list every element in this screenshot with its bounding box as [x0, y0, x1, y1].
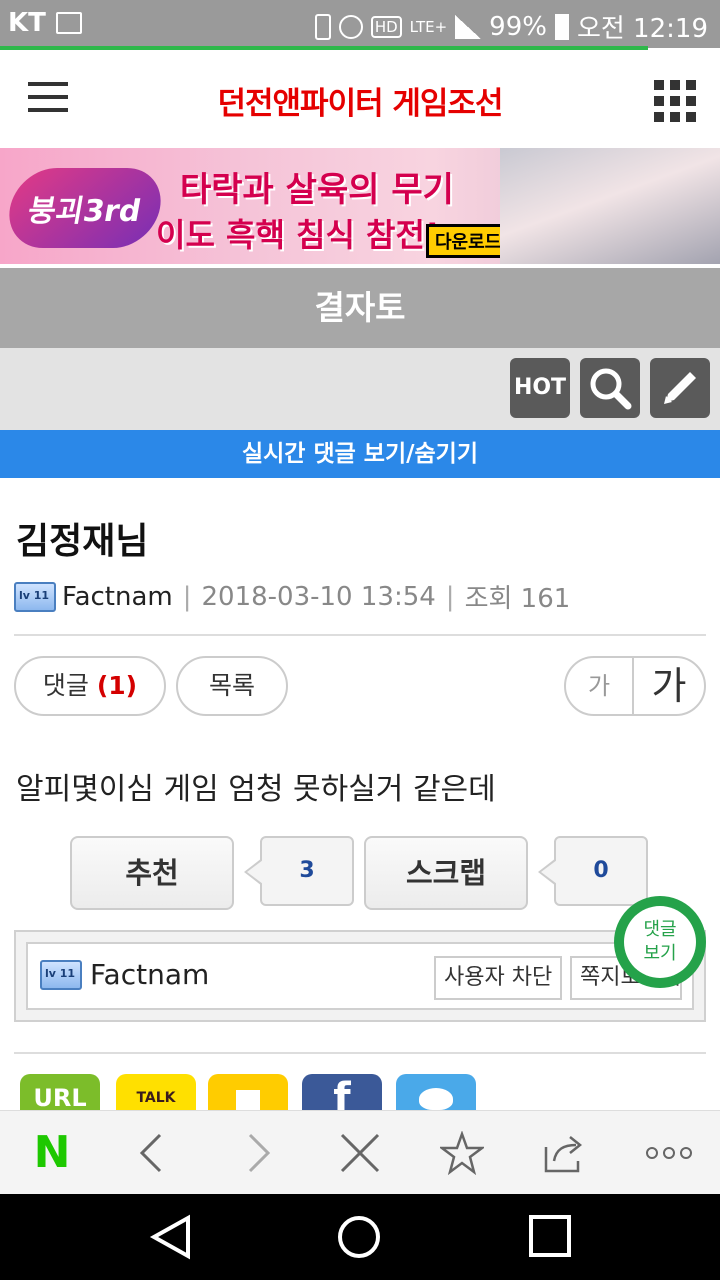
level-badge-icon: lv 11 — [40, 959, 82, 990]
hot-button[interactable]: HOT — [510, 358, 570, 418]
battery-icon — [554, 13, 569, 40]
level-badge-icon: lv 11 — [14, 581, 56, 612]
kakaostory-share-button[interactable] — [208, 1074, 288, 1110]
recommend-button[interactable]: 추천 — [70, 836, 234, 910]
divider — [14, 634, 706, 636]
more-options-icon[interactable] — [644, 1131, 694, 1175]
recommend-count: 3 — [244, 836, 354, 906]
search-button[interactable] — [580, 358, 640, 418]
font-size-toggle: 가 가 — [564, 656, 706, 716]
twitter-icon — [419, 1088, 453, 1110]
back-icon[interactable] — [130, 1131, 174, 1175]
nav-recents-icon[interactable] — [528, 1214, 572, 1258]
post-meta: lv 11 Factnam | 2018-03-10 13:54 | 조회 16… — [14, 578, 570, 615]
battery-level: 99% — [489, 11, 547, 42]
game-logo: 붕괴3rd — [2, 168, 168, 248]
font-larger-button[interactable]: 가 — [634, 658, 704, 714]
vibrate-icon — [314, 13, 331, 40]
status-bar: KT HD LTE+ 99% 오전 12:19 — [0, 0, 720, 48]
block-user-button[interactable]: 사용자 차단 — [434, 956, 563, 1000]
site-title[interactable]: 던전앤파이터 게임조선 — [0, 78, 720, 123]
pencil-icon — [664, 372, 696, 404]
author-box: lv 11 Factnam 사용자 차단 쪽지보내기 — [14, 930, 706, 1022]
author-name[interactable]: Factnam — [90, 958, 209, 991]
scrap-count: 0 — [538, 836, 648, 906]
image-notification-icon — [55, 12, 82, 34]
kakaostory-icon — [236, 1090, 260, 1110]
banner-character-image — [500, 148, 720, 264]
network-label: LTE+ — [409, 17, 448, 36]
comments-count: (1) — [96, 671, 138, 700]
search-icon — [590, 368, 632, 410]
forward-icon[interactable] — [236, 1131, 280, 1175]
twitter-share-button[interactable] — [396, 1074, 476, 1110]
nav-home-icon[interactable] — [336, 1214, 382, 1260]
floating-comments-button[interactable]: 댓글 보기 — [614, 896, 706, 988]
banner-subline: 이도 흑핵 침식 참전! — [156, 216, 440, 254]
board-toolbar: HOT — [0, 348, 720, 430]
kakaotalk-share-button[interactable]: TALK — [116, 1074, 196, 1110]
signal-icon — [455, 14, 482, 39]
banner-download-button[interactable]: 다운로드 — [426, 224, 511, 258]
android-nav-bar — [0, 1194, 720, 1280]
post-author[interactable]: Factnam — [62, 582, 173, 612]
comments-button[interactable]: 댓글 (1) — [14, 656, 166, 716]
ad-banner[interactable]: 붕괴3rd 타락과 살육의 무기 이도 흑핵 침식 참전! 다운로드 — [0, 148, 720, 264]
site-header: 던전앤파이터 게임조선 — [0, 50, 720, 146]
scrap-button[interactable]: 스크랩 — [364, 836, 528, 910]
banner-headline: 타락과 살육의 무기 — [180, 170, 454, 210]
list-button[interactable]: 목록 — [176, 656, 288, 716]
url-share-button[interactable]: URL — [20, 1074, 100, 1110]
close-icon[interactable] — [338, 1131, 382, 1175]
share-row: URL TALK f — [0, 1074, 720, 1110]
facebook-share-button[interactable]: f — [302, 1074, 382, 1110]
naver-home-icon[interactable]: N — [30, 1131, 74, 1175]
apps-grid-icon[interactable] — [654, 80, 696, 122]
write-button[interactable] — [650, 358, 710, 418]
post-date: 2018-03-10 13:54 — [201, 581, 436, 612]
board-name: 결자토 — [0, 268, 720, 348]
live-comments-toggle[interactable]: 실시간 댓글 보기/숨기기 — [0, 430, 720, 478]
font-smaller-button[interactable]: 가 — [566, 658, 634, 714]
alarm-icon — [338, 14, 363, 39]
divider — [14, 1052, 706, 1054]
bookmark-star-icon[interactable] — [438, 1130, 486, 1176]
clock: 오전 12:19 — [576, 14, 708, 44]
post-body: 알피몇이심 게임 엄청 못하실거 같은데 — [16, 772, 496, 807]
share-icon[interactable] — [542, 1131, 586, 1175]
browser-toolbar: N — [0, 1110, 720, 1194]
post-views: 조회 161 — [464, 584, 571, 614]
nav-back-icon[interactable] — [148, 1214, 192, 1260]
hd-icon: HD — [370, 15, 402, 38]
carrier-label: KT — [8, 8, 46, 38]
post-title: 김정재님 — [16, 521, 149, 562]
